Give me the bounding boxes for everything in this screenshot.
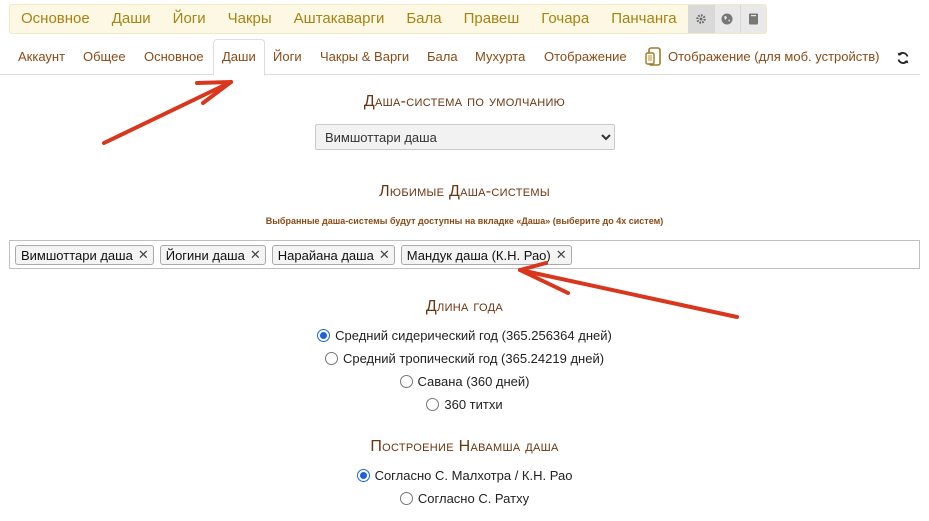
- radio-button[interactable]: [399, 375, 413, 388]
- tab-chakry-vargi[interactable]: Чакры & Варги: [320, 38, 409, 75]
- tab-general[interactable]: Общее: [83, 38, 126, 75]
- default-dasha-title: Даша-система по умолчанию: [363, 93, 566, 110]
- tab-muhurta[interactable]: Мухурта: [475, 38, 525, 75]
- tag-vimshottari: Вимшоттари даша ✕: [15, 245, 154, 265]
- top-nav-item-gochara[interactable]: Гочара: [530, 5, 600, 33]
- radio-label: Средний сидерический год (365.256364 дне…: [335, 328, 612, 343]
- top-nav-item-pravesh[interactable]: Правеш: [453, 5, 531, 33]
- radio-button[interactable]: [317, 329, 331, 342]
- gear-icon: [696, 14, 706, 24]
- top-nav: Основное Даши Йоги Чакры Аштакаварги Бал…: [9, 4, 767, 34]
- tab-display[interactable]: Отображение: [544, 38, 627, 75]
- refresh-icon[interactable]: [896, 51, 910, 65]
- tag-label: Нарайана даша: [277, 247, 374, 263]
- top-nav-item-chakry[interactable]: Чакры: [217, 5, 283, 33]
- year-length-option-savana[interactable]: Савана (360 дней): [0, 374, 929, 389]
- top-nav-item-bala[interactable]: Бала: [395, 5, 452, 33]
- navamsha-option-rath[interactable]: Согласно С. Ратху: [0, 491, 929, 506]
- tag-remove-icon[interactable]: ✕: [556, 247, 567, 263]
- settings-tab[interactable]: [687, 5, 714, 33]
- tab-display-mobile-label: Отображение (для моб. устройств): [668, 49, 880, 64]
- year-length-option-tithi[interactable]: 360 титхи: [0, 397, 929, 412]
- top-nav-item-dashi[interactable]: Даши: [101, 5, 162, 33]
- tag-label: Мандук даша (К.Н. Рао): [406, 247, 551, 263]
- arrow-to-dashi-tab: [102, 80, 233, 145]
- top-nav-item-osnovnoe[interactable]: Основное: [10, 5, 101, 33]
- favorite-dashas-multiselect[interactable]: Вимшоттари даша ✕ Йогини даша ✕ Нарайана…: [9, 240, 920, 269]
- radio-button[interactable]: [356, 469, 370, 482]
- book-icon: [748, 13, 758, 25]
- radio-label: Согласно С. Ратху: [417, 491, 530, 506]
- favorite-dashas-title: Любимые Даша-системы: [379, 183, 550, 200]
- year-length-title: Длина года: [425, 298, 504, 315]
- tab-account[interactable]: Аккаунт: [18, 38, 65, 75]
- book-tab[interactable]: [739, 5, 766, 33]
- top-nav-item-yogi[interactable]: Йоги: [162, 5, 217, 33]
- tag-yogini: Йогини даша ✕: [159, 245, 266, 265]
- tab-dashi[interactable]: Даши: [213, 39, 265, 76]
- year-length-option-tropical[interactable]: Средний тропический год (365.24219 дней): [0, 351, 929, 366]
- globe-icon: [721, 13, 733, 25]
- tab-display-mobile[interactable]: Отображение (для моб. устройств): [645, 38, 879, 75]
- radio-button[interactable]: [399, 492, 413, 505]
- radio-button[interactable]: [324, 352, 338, 365]
- tag-label: Вимшоттари даша: [21, 247, 133, 263]
- radio-label: Средний тропический год (365.24219 дней): [342, 351, 605, 366]
- radio-label: Савана (360 дней): [417, 374, 530, 389]
- mobile-device-icon: [645, 46, 661, 66]
- tag-narayana: Нарайана даша ✕: [271, 245, 395, 265]
- favorite-dashas-hint: Выбранные даша-системы будут доступны на…: [265, 216, 664, 226]
- navamsha-option-malhotra[interactable]: Согласно С. Малхотра / К.Н. Рао: [0, 468, 929, 483]
- top-nav-item-panchanga[interactable]: Панчанга: [600, 5, 687, 33]
- settings-subnav: Аккаунт Общее Основное Даши Йоги Чакры &…: [0, 38, 920, 76]
- tag-manduk: Мандук даша (К.Н. Рао) ✕: [400, 245, 572, 265]
- radio-label: Согласно С. Малхотра / К.Н. Рао: [374, 468, 573, 483]
- tag-label: Йогини даша: [165, 247, 245, 263]
- default-dasha-select[interactable]: Вимшоттари даша: [315, 124, 615, 150]
- tag-remove-icon[interactable]: ✕: [250, 247, 261, 263]
- tab-yogi[interactable]: Йоги: [273, 38, 302, 75]
- navamsha-title: Построение Навамша даша: [370, 438, 559, 455]
- tab-bala[interactable]: Бала: [427, 38, 458, 75]
- tab-basic[interactable]: Основное: [144, 38, 204, 75]
- tag-remove-icon[interactable]: ✕: [379, 247, 390, 263]
- year-length-option-sidereal[interactable]: Средний сидерический год (365.256364 дне…: [0, 328, 929, 343]
- radio-button[interactable]: [426, 398, 440, 411]
- radio-label: 360 титхи: [444, 397, 503, 412]
- top-nav-item-ashtakavargi[interactable]: Аштакаварги: [283, 5, 396, 33]
- globe-tab[interactable]: [713, 5, 740, 33]
- tag-remove-icon[interactable]: ✕: [138, 247, 149, 263]
